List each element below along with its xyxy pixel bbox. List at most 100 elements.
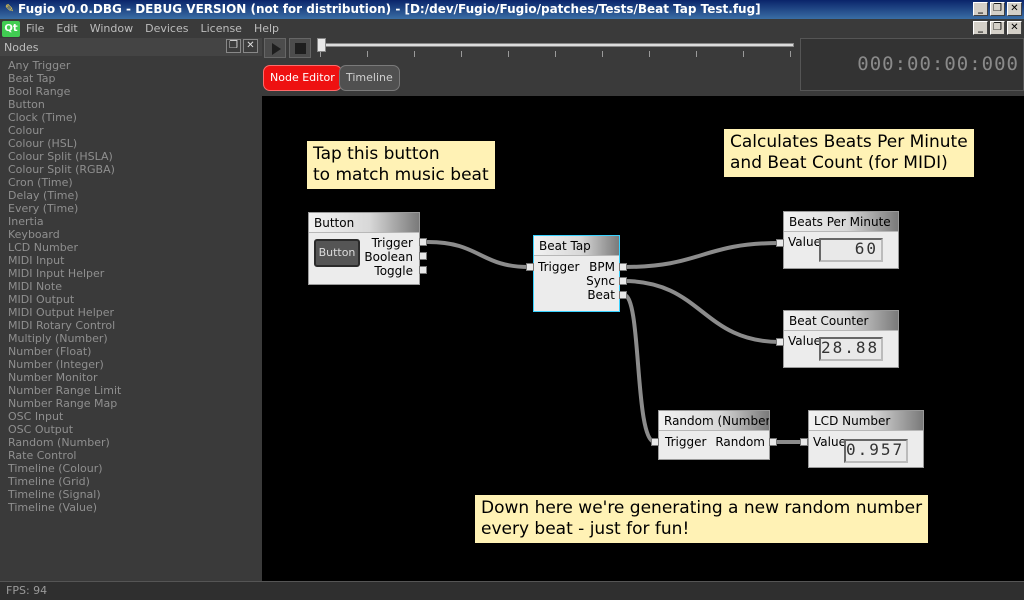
- node-list-item[interactable]: Any Trigger: [8, 59, 262, 72]
- fugio-app-icon: ✎: [4, 2, 15, 15]
- node-list-item[interactable]: Timeline (Colour): [8, 462, 262, 475]
- node-list-item[interactable]: Multiply (Number): [8, 332, 262, 345]
- node-list-item[interactable]: OSC Output: [8, 423, 262, 436]
- menu-file[interactable]: File: [20, 22, 50, 35]
- dock-controls: ❐ ✕: [226, 39, 258, 53]
- port-random-out[interactable]: [769, 438, 777, 446]
- node-button[interactable]: Button Button Trigger Boolean Toggle: [308, 212, 420, 285]
- node-list-item[interactable]: MIDI Output Helper: [8, 306, 262, 319]
- node-list-item[interactable]: Cron (Time): [8, 176, 262, 189]
- dock-close-icon[interactable]: ✕: [243, 39, 258, 53]
- port-beattap-bpm-out[interactable]: [619, 263, 627, 271]
- port-beattap-trigger-in[interactable]: [526, 263, 534, 271]
- pin-label-trigger: Trigger: [371, 236, 413, 250]
- document-window-controls: _ ❐ ✕: [973, 21, 1022, 35]
- restore-icon[interactable]: ❐: [990, 2, 1005, 16]
- node-list-item[interactable]: Keyboard: [8, 228, 262, 241]
- stop-button[interactable]: [289, 38, 311, 58]
- doc-close-icon[interactable]: ✕: [1007, 21, 1022, 35]
- node-list-item[interactable]: MIDI Note: [8, 280, 262, 293]
- doc-restore-icon[interactable]: ❐: [990, 21, 1005, 35]
- tap-button[interactable]: Button: [314, 239, 360, 267]
- port-beattap-sync-out[interactable]: [619, 277, 627, 285]
- wire-sync-to-beat-counter: [622, 279, 782, 344]
- note-tap-line-1: Tap this button: [313, 144, 440, 164]
- node-list-item[interactable]: Number (Float): [8, 345, 262, 358]
- menu-devices[interactable]: Devices: [139, 22, 194, 35]
- doc-minimize-icon[interactable]: _: [973, 21, 988, 35]
- node-list-item[interactable]: MIDI Output: [8, 293, 262, 306]
- node-list-item[interactable]: Colour (HSL): [8, 137, 262, 150]
- port-beattap-beat-out[interactable]: [619, 291, 627, 299]
- node-editor-canvas[interactable]: Tap this button to match music beat Calc…: [262, 96, 1024, 581]
- node-random-number[interactable]: Random (Number) Trigger Random: [658, 410, 770, 460]
- node-list-item[interactable]: Timeline (Value): [8, 501, 262, 514]
- note-random-line-1: Down here we're generating a new random …: [481, 498, 923, 518]
- note-random[interactable]: Down here we're generating a new random …: [475, 495, 929, 543]
- node-list-item[interactable]: Number (Integer): [8, 358, 262, 371]
- port-button-toggle-out[interactable]: [419, 266, 427, 274]
- node-list-item[interactable]: Every (Time): [8, 202, 262, 215]
- node-beat-tap[interactable]: Beat Tap Trigger BPM Sync Beat: [533, 235, 620, 312]
- title-bar: ✎ Fugio v0.0.DBG - DEBUG VERSION (not fo…: [0, 0, 1024, 19]
- fps-counter: FPS: 94: [6, 584, 48, 597]
- menu-edit[interactable]: Edit: [50, 22, 83, 35]
- node-list-item[interactable]: Timeline (Grid): [8, 475, 262, 488]
- node-list-item[interactable]: Button: [8, 98, 262, 111]
- close-icon[interactable]: ✕: [1007, 2, 1022, 16]
- timeline-slider-handle[interactable]: [317, 38, 326, 52]
- timeline-slider[interactable]: [320, 43, 794, 47]
- node-list-item[interactable]: Bool Range: [8, 85, 262, 98]
- node-list-item[interactable]: Number Monitor: [8, 371, 262, 384]
- menu-help[interactable]: Help: [248, 22, 285, 35]
- port-bpm-value-in[interactable]: [776, 239, 784, 247]
- port-lcd-value-in[interactable]: [800, 438, 808, 446]
- minimize-icon[interactable]: _: [973, 2, 988, 16]
- node-list-item[interactable]: Number Range Limit: [8, 384, 262, 397]
- port-button-trigger-out[interactable]: [419, 238, 427, 246]
- pin-label-toggle: Toggle: [374, 264, 413, 278]
- node-list-item[interactable]: Clock (Time): [8, 111, 262, 124]
- note-calculates[interactable]: Calculates Beats Per Minute and Beat Cou…: [724, 129, 974, 177]
- node-lcd-title: LCD Number: [809, 411, 923, 431]
- node-list-item[interactable]: Colour: [8, 124, 262, 137]
- node-random-title: Random (Number): [659, 411, 769, 431]
- node-beats-per-minute[interactable]: Beats Per Minute Value 60: [783, 211, 899, 269]
- node-editor-button[interactable]: Node Editor: [263, 65, 342, 91]
- node-list-item[interactable]: Colour Split (HSLA): [8, 150, 262, 163]
- node-list-item[interactable]: Inertia: [8, 215, 262, 228]
- pin-label-boolean: Boolean: [364, 250, 413, 264]
- node-list-item[interactable]: Colour Split (RGBA): [8, 163, 262, 176]
- node-list-item[interactable]: MIDI Input Helper: [8, 267, 262, 280]
- window-controls: _ ❐ ✕: [973, 2, 1022, 16]
- menu-license[interactable]: License: [194, 22, 247, 35]
- node-list-item[interactable]: Rate Control: [8, 449, 262, 462]
- node-list-item[interactable]: LCD Number: [8, 241, 262, 254]
- bpm-lcd: 60: [819, 238, 883, 262]
- note-tap-button[interactable]: Tap this button to match music beat: [307, 141, 495, 189]
- node-beat-counter-title: Beat Counter: [784, 311, 898, 331]
- node-list-item[interactable]: Beat Tap: [8, 72, 262, 85]
- timeline-button[interactable]: Timeline: [339, 65, 400, 91]
- node-list-item[interactable]: MIDI Rotary Control: [8, 319, 262, 332]
- port-button-boolean-out[interactable]: [419, 252, 427, 260]
- wire-button-trigger-to-beattap: [426, 240, 531, 269]
- node-list-item[interactable]: OSC Input: [8, 410, 262, 423]
- node-list-item[interactable]: Timeline (Signal): [8, 488, 262, 501]
- port-random-trigger-in[interactable]: [651, 438, 659, 446]
- dock-float-icon[interactable]: ❐: [226, 39, 241, 53]
- node-list-item[interactable]: Random (Number): [8, 436, 262, 449]
- play-button[interactable]: [264, 38, 286, 58]
- status-bar: FPS: 94: [0, 581, 1024, 600]
- menu-bar: Qt File Edit Window Devices License Help…: [0, 19, 1024, 38]
- node-list-item[interactable]: MIDI Input: [8, 254, 262, 267]
- pin-label-sync: Sync: [586, 274, 615, 288]
- node-list-item[interactable]: Number Range Map: [8, 397, 262, 410]
- port-counter-value-in[interactable]: [776, 338, 784, 346]
- node-lcd-number[interactable]: LCD Number Value 0.957: [808, 410, 924, 468]
- node-beat-counter[interactable]: Beat Counter Value 28.88: [783, 310, 899, 368]
- beat-counter-lcd: 28.88: [819, 337, 883, 361]
- node-list-item[interactable]: Delay (Time): [8, 189, 262, 202]
- menu-window[interactable]: Window: [84, 22, 139, 35]
- pin-label-random-out: Random: [715, 435, 765, 449]
